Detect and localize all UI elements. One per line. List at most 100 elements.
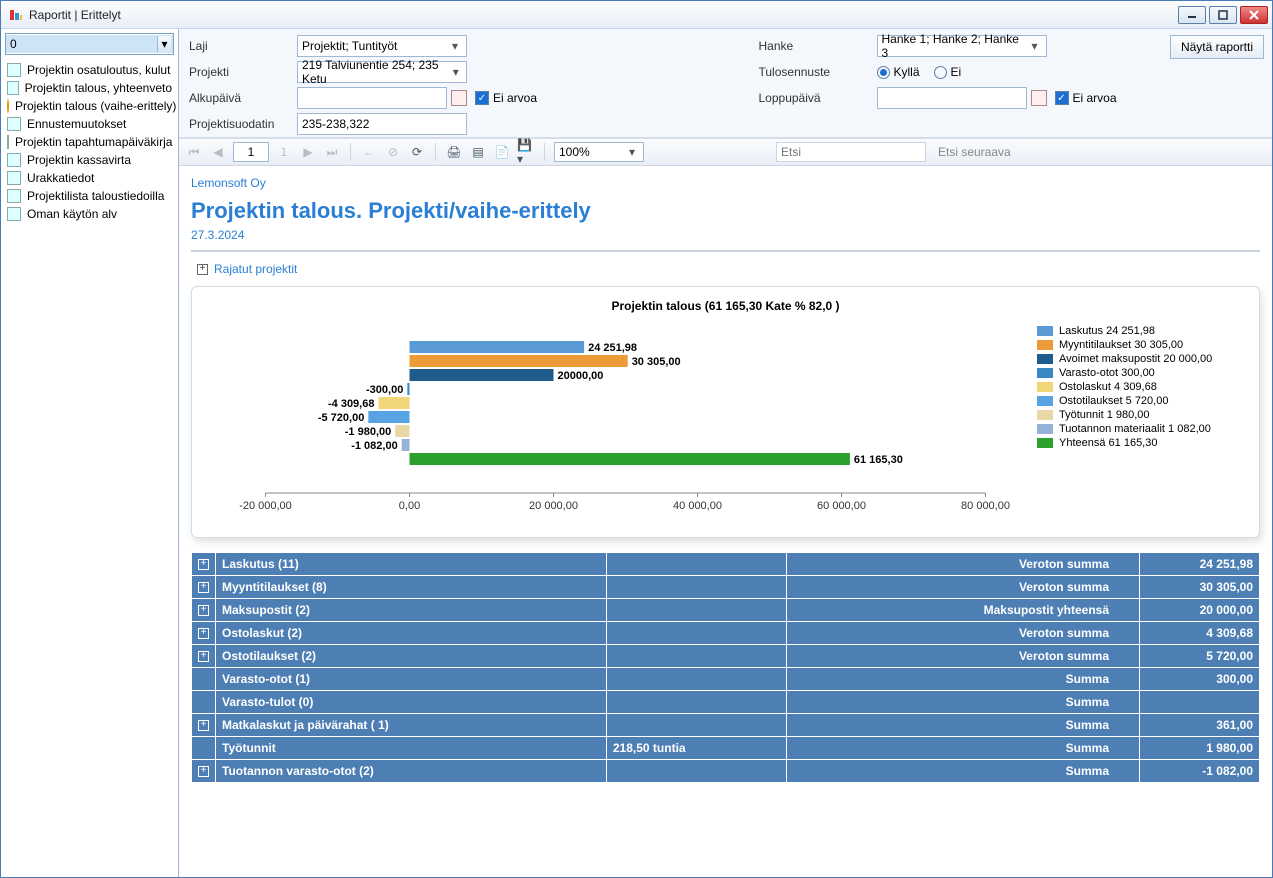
calendar-icon[interactable] xyxy=(451,90,467,106)
report-icon xyxy=(7,189,21,203)
find-next-link[interactable]: Etsi seuraava xyxy=(938,145,1011,159)
label-tulosennuste: Tulosennuste xyxy=(759,65,869,79)
legend-swatch xyxy=(1037,438,1053,448)
loppu-eiarvoa-check[interactable]: ✓Ei arvoa xyxy=(1055,91,1263,105)
label-alkupaiVa: Alkupäivä xyxy=(189,91,289,105)
summary-row[interactable]: +Maksupostit (2)Maksupostit yhteensä20 0… xyxy=(192,599,1260,622)
sidebar-filter[interactable]: ▾ xyxy=(5,33,174,55)
company-link[interactable]: Lemonsoft Oy xyxy=(191,176,1260,190)
row-name: Työtunnit xyxy=(216,737,607,760)
report-title: Projektin talous. Projekti/vaihe-erittel… xyxy=(191,198,1260,224)
stop-icon[interactable]: ⊘ xyxy=(384,143,402,161)
summary-row[interactable]: Varasto-tulot (0)Summa xyxy=(192,691,1260,714)
sidebar-item[interactable]: Projektin tapahtumapäiväkirja xyxy=(3,133,176,151)
legend-label: Ostolaskut 4 309,68 xyxy=(1059,381,1157,393)
row-value: -1 082,00 xyxy=(1140,760,1260,783)
sidebar-filter-dropdown[interactable]: ▾ xyxy=(157,36,171,52)
summary-row[interactable]: +Ostolaskut (2)Veroton summa4 309,68 xyxy=(192,622,1260,645)
svg-text:-1 980,00: -1 980,00 xyxy=(345,426,391,438)
layout-icon[interactable]: ▤ xyxy=(469,143,487,161)
row-hours xyxy=(606,645,786,668)
row-hours xyxy=(606,714,786,737)
reportviewer-toolbar: ⏮ ◀ 1 ▶ ⏭ ← ⊘ ⟳ 🖨 ▤ 📄 💾▾ 100%▾ Etsi seu xyxy=(179,138,1272,166)
alku-eiarvoa-check[interactable]: ✓Ei arvoa xyxy=(475,91,683,105)
summary-row[interactable]: +Matkalaskut ja päivärahat ( 1)Summa361,… xyxy=(192,714,1260,737)
label-projektisuodatin: Projektisuodatin xyxy=(189,117,289,131)
sidebar-item[interactable]: Ennustemuutokset xyxy=(3,115,176,133)
expand-icon[interactable]: + xyxy=(198,720,209,731)
calendar-icon[interactable] xyxy=(1031,90,1047,106)
hanke-combo[interactable]: Hanke 1; Hanke 2; Hanke 3▾ xyxy=(877,35,1047,57)
report-active-icon xyxy=(7,99,9,113)
rajatut-toggle[interactable]: + Rajatut projektit xyxy=(197,262,1260,276)
row-hours xyxy=(606,622,786,645)
maximize-button[interactable] xyxy=(1209,6,1237,24)
row-hours xyxy=(606,760,786,783)
window-title: Raportit | Erittelyt xyxy=(29,8,121,22)
sidebar-item[interactable]: Oman käytön alv xyxy=(3,205,176,223)
summary-row[interactable]: Työtunnit218,50 tuntiaSumma1 980,00 xyxy=(192,737,1260,760)
back-icon[interactable]: ← xyxy=(360,143,378,161)
sidebar-filter-input[interactable] xyxy=(6,35,173,53)
find-input[interactable] xyxy=(776,142,926,162)
refresh-icon[interactable]: ⟳ xyxy=(408,143,426,161)
minimize-button[interactable] xyxy=(1178,6,1206,24)
zoom-select[interactable]: 100%▾ xyxy=(554,142,644,162)
loppupaiwa-input[interactable] xyxy=(877,87,1027,109)
projektisuodatin-input[interactable]: 235-238,322 xyxy=(297,113,467,135)
row-value: 300,00 xyxy=(1140,668,1260,691)
expand-icon[interactable]: + xyxy=(197,264,208,275)
chart-plot: -20 000,000,0020 000,0040 000,0060 000,0… xyxy=(204,323,1027,523)
label-loppupaiwa: Loppupäivä xyxy=(759,91,869,105)
row-name: Maksupostit (2) xyxy=(216,599,607,622)
show-report-button[interactable]: Näytä raportti xyxy=(1170,35,1264,59)
radio-ei[interactable] xyxy=(934,66,947,79)
label-projekti: Projekti xyxy=(189,65,289,79)
radio-kylla[interactable] xyxy=(877,66,890,79)
expand-icon[interactable]: + xyxy=(198,559,209,570)
svg-text:40 000,00: 40 000,00 xyxy=(673,500,722,512)
page-number-input[interactable] xyxy=(233,142,269,162)
pagesetup-icon[interactable]: 📄 xyxy=(493,143,511,161)
summary-row[interactable]: Varasto-otot (1)Summa300,00 xyxy=(192,668,1260,691)
expand-icon[interactable]: + xyxy=(198,605,209,616)
summary-row[interactable]: +Ostotilaukset (2)Veroton summa5 720,00 xyxy=(192,645,1260,668)
sidebar-item[interactable]: Urakkatiedot xyxy=(3,169,176,187)
legend-swatch xyxy=(1037,382,1053,392)
report-icon xyxy=(7,135,9,149)
label-hanke: Hanke xyxy=(759,39,869,53)
legend-label: Työtunnit 1 980,00 xyxy=(1059,409,1150,421)
close-button[interactable] xyxy=(1240,6,1268,24)
export-icon[interactable]: 💾▾ xyxy=(517,143,535,161)
row-mid-label: Veroton summa xyxy=(786,553,1139,576)
legend-item: Ostolaskut 4 309,68 xyxy=(1037,381,1247,393)
svg-text:-1 082,00: -1 082,00 xyxy=(351,440,397,452)
sidebar-item[interactable]: Projektin kassavirta xyxy=(3,151,176,169)
laji-combo[interactable]: Projektit; Tuntityöt▾ xyxy=(297,35,467,57)
first-page-icon[interactable]: ⏮ xyxy=(185,143,203,161)
expand-icon[interactable]: + xyxy=(198,651,209,662)
summary-row[interactable]: +Myyntitilaukset (8)Veroton summa30 305,… xyxy=(192,576,1260,599)
print-icon[interactable]: 🖨 xyxy=(445,143,463,161)
sidebar-item[interactable]: Projektin talous (vaihe-erittely) xyxy=(3,97,176,115)
expand-icon[interactable]: + xyxy=(198,628,209,639)
row-mid-label: Summa xyxy=(786,760,1139,783)
alkupaiwa-input[interactable] xyxy=(297,87,447,109)
next-page-icon[interactable]: ▶ xyxy=(299,143,317,161)
titlebar[interactable]: Raportit | Erittelyt xyxy=(1,1,1272,29)
summary-row[interactable]: +Laskutus (11)Veroton summa24 251,98 xyxy=(192,553,1260,576)
page-total: 1 xyxy=(275,143,293,161)
summary-row[interactable]: +Tuotannon varasto-otot (2)Summa-1 082,0… xyxy=(192,760,1260,783)
sidebar-item[interactable]: Projektin osatuloutus, kulut xyxy=(3,61,176,79)
projekti-combo[interactable]: 219 Talviunentie 254; 235 Ketu▾ xyxy=(297,61,467,83)
sidebar-item-label: Projektin talous (vaihe-erittely) xyxy=(15,99,176,113)
expand-icon[interactable]: + xyxy=(198,582,209,593)
expand-icon[interactable]: + xyxy=(198,766,209,777)
report-area[interactable]: Lemonsoft Oy Projektin talous. Projekti/… xyxy=(179,166,1272,877)
prev-page-icon[interactable]: ◀ xyxy=(209,143,227,161)
legend-swatch xyxy=(1037,326,1053,336)
sidebar-item[interactable]: Projektin talous, yhteenveto xyxy=(3,79,176,97)
row-hours xyxy=(606,691,786,714)
last-page-icon[interactable]: ⏭ xyxy=(323,143,341,161)
sidebar-item[interactable]: Projektilista taloustiedoilla xyxy=(3,187,176,205)
